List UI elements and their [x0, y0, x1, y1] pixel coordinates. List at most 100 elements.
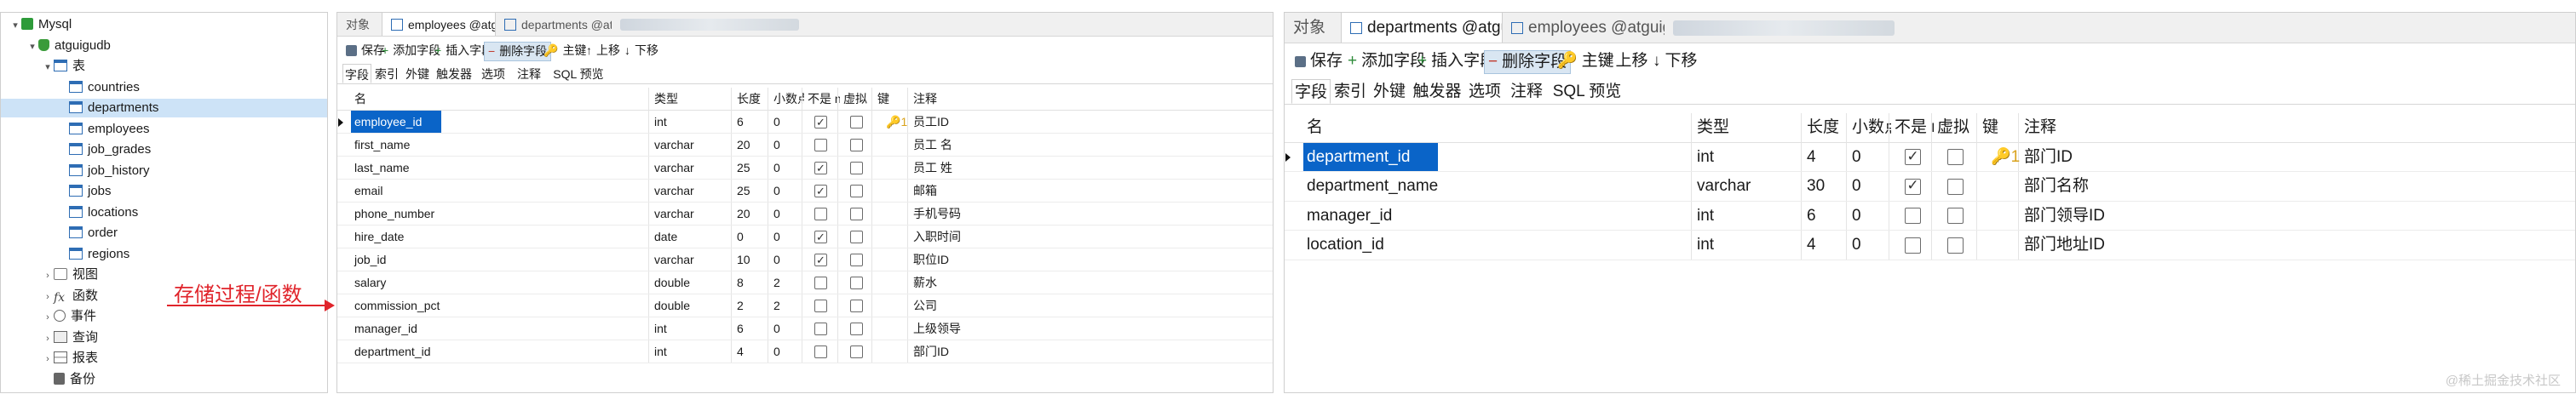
subtab-options[interactable]: 选项 — [1465, 79, 1504, 104]
field-name-cell[interactable]: commission_pct — [351, 294, 647, 317]
collapse-caret-icon[interactable]: › — [42, 288, 54, 306]
tree-connection-mysql[interactable]: ▾ Mysql — [1, 15, 327, 34]
column-header-virtual[interactable]: 虚拟 — [840, 88, 874, 110]
field-type-cell[interactable]: varchar — [651, 248, 730, 271]
move-down-button[interactable]: ↓ 下移 — [1649, 50, 1701, 74]
tree-table-employees[interactable]: employees — [1, 120, 327, 139]
subtab-foreign-keys[interactable]: 外键 — [402, 64, 433, 83]
table-row[interactable]: first_name varchar 20 0 员工 名 — [337, 134, 1273, 157]
field-decimals-cell[interactable]: 0 — [770, 111, 801, 133]
editor-tab-departments[interactable]: departments @atguigudb (... — [496, 13, 612, 36]
subtab-comment[interactable]: 注释 — [513, 64, 545, 83]
field-name-cell[interactable]: employee_id — [351, 111, 441, 133]
field-comment-cell[interactable]: 员工ID — [910, 111, 1273, 133]
not-null-checkbox[interactable] — [814, 231, 827, 243]
expand-caret-icon[interactable]: ▾ — [26, 37, 38, 56]
virtual-checkbox[interactable] — [850, 162, 863, 174]
not-null-checkbox[interactable] — [814, 208, 827, 220]
subtab-triggers[interactable]: 触发器 — [434, 64, 474, 83]
column-header-name[interactable]: 名 — [351, 88, 651, 110]
tree-folder-event[interactable]: › 事件 — [1, 307, 327, 326]
field-length-cell[interactable]: 8 — [733, 271, 767, 294]
virtual-checkbox[interactable] — [1947, 149, 1964, 166]
not-null-checkbox[interactable] — [814, 345, 827, 358]
field-name-cell[interactable]: phone_number — [351, 203, 647, 225]
editor-tab-objects[interactable]: 对象 — [1285, 13, 1341, 43]
field-length-cell[interactable]: 20 — [733, 134, 767, 156]
field-length-cell[interactable]: 20 — [733, 203, 767, 225]
tree-table-locations[interactable]: locations — [1, 203, 327, 222]
subtab-comment[interactable]: 注释 — [1506, 79, 1547, 104]
field-type-cell[interactable]: int — [651, 317, 730, 340]
subtab-options[interactable]: 选项 — [475, 64, 511, 83]
field-decimals-cell[interactable]: 2 — [770, 294, 801, 317]
field-length-cell[interactable]: 4 — [733, 340, 767, 363]
field-name-cell[interactable]: department_id — [1303, 142, 1438, 171]
not-null-checkbox[interactable] — [814, 323, 827, 335]
virtual-checkbox[interactable] — [850, 139, 863, 151]
field-comment-cell[interactable]: 部门领导ID — [2021, 202, 2575, 231]
not-null-checkbox[interactable] — [814, 277, 827, 289]
move-up-button[interactable]: ↑ 上移 — [583, 42, 624, 61]
field-name-cell[interactable]: department_id — [351, 340, 647, 363]
column-header-decimals[interactable]: 小数点 — [770, 88, 804, 110]
table-row[interactable]: emailvarchar250 邮箱 — [337, 180, 1273, 203]
editor-tab-objects[interactable]: 对象 — [337, 13, 382, 36]
table-row[interactable]: salary double 8 2 薪水 — [337, 271, 1273, 294]
subtab-indexes[interactable]: 索引 — [373, 64, 400, 83]
tree-table-departments[interactable]: departments — [1, 99, 327, 117]
tree-table-job-history[interactable]: job_history — [1, 162, 327, 180]
field-comment-cell[interactable]: 公司 — [910, 294, 1273, 317]
save-button[interactable]: 保存 — [1291, 50, 1346, 74]
field-type-cell[interactable]: double — [651, 271, 730, 294]
table-row[interactable]: job_idvarchar100 职位ID — [337, 248, 1273, 271]
field-name-cell[interactable]: manager_id — [351, 317, 647, 340]
column-header-virtual[interactable]: 虚拟 — [1934, 113, 1979, 142]
field-length-cell[interactable]: 2 — [733, 294, 767, 317]
virtual-checkbox[interactable] — [850, 185, 863, 197]
field-type-cell[interactable]: int — [1693, 231, 1800, 260]
tree-database-atguigudb[interactable]: ▾ atguigudb — [1, 37, 327, 55]
column-header-length[interactable]: 长度 — [1803, 113, 1849, 142]
editor-tab-departments[interactable]: departments @atguigudb (... — [1341, 13, 1503, 43]
expand-caret-icon[interactable]: ▾ — [9, 16, 21, 35]
not-null-checkbox[interactable] — [1905, 178, 1921, 195]
field-comment-cell[interactable]: 部门名称 — [2021, 172, 2575, 201]
subtab-fields[interactable]: 字段 — [342, 64, 371, 83]
not-null-checkbox[interactable] — [814, 185, 827, 197]
expand-caret-icon[interactable]: ▾ — [42, 58, 54, 77]
column-header-type[interactable]: 类型 — [1693, 113, 1803, 142]
field-length-cell[interactable]: 6 — [733, 317, 767, 340]
field-decimals-cell[interactable]: 0 — [1849, 202, 1888, 231]
field-name-cell[interactable]: manager_id — [1303, 202, 1690, 231]
column-header-type[interactable]: 类型 — [651, 88, 733, 110]
field-length-cell[interactable]: 0 — [733, 226, 767, 248]
column-header-comment[interactable]: 注释 — [2021, 113, 2575, 142]
field-comment-cell[interactable]: 手机号码 — [910, 203, 1273, 225]
table-row[interactable]: manager_id int 6 0 部门领导ID — [1285, 202, 2575, 231]
virtual-checkbox[interactable] — [850, 116, 863, 128]
table-row[interactable]: hire_datedate00入职时间 — [337, 226, 1273, 248]
field-type-cell[interactable]: varchar — [651, 180, 730, 202]
virtual-checkbox[interactable] — [850, 254, 863, 266]
field-type-cell[interactable]: date — [651, 226, 730, 248]
virtual-checkbox[interactable] — [850, 345, 863, 358]
field-type-cell[interactable]: varchar — [1693, 172, 1800, 201]
subtab-sql-preview[interactable]: SQL 预览 — [1549, 79, 1625, 104]
not-null-checkbox[interactable] — [814, 139, 827, 151]
field-comment-cell[interactable]: 邮箱 — [910, 180, 1273, 202]
editor-tab-employees[interactable]: employees @atguigudb (M... — [382, 13, 496, 36]
virtual-checkbox[interactable] — [850, 300, 863, 312]
field-name-cell[interactable]: location_id — [1303, 231, 1690, 260]
field-comment-cell[interactable]: 部门ID — [2021, 143, 2575, 172]
tree-folder-backup[interactable]: 备份 — [1, 370, 327, 389]
virtual-checkbox[interactable] — [850, 323, 863, 335]
field-comment-cell[interactable]: 员工 名 — [910, 134, 1273, 156]
field-type-cell[interactable]: varchar — [651, 134, 730, 156]
table-row[interactable]: last_namevarchar250 员工 姓 — [337, 157, 1273, 180]
tree-table-regions[interactable]: regions — [1, 245, 327, 264]
field-type-cell[interactable]: int — [1693, 143, 1800, 172]
not-null-checkbox[interactable] — [814, 116, 827, 128]
field-decimals-cell[interactable]: 0 — [770, 340, 801, 363]
field-decimals-cell[interactable]: 0 — [1849, 231, 1888, 260]
